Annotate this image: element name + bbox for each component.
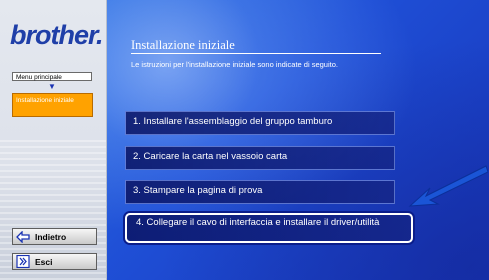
back-button-label: Indietro <box>35 231 67 242</box>
exit-button-label: Esci <box>35 256 53 267</box>
nav-main-menu[interactable]: Menu principale <box>12 72 92 81</box>
back-arrow-icon <box>16 230 30 243</box>
option-install-drum[interactable]: 1. Installare l'assemblaggio del gruppo … <box>125 111 395 135</box>
back-button[interactable]: Indietro <box>12 228 97 245</box>
main-panel: Installazione iniziale Le istruzioni per… <box>107 0 489 280</box>
option-print-test-page[interactable]: 3. Stampare la pagina di prova <box>125 180 395 204</box>
option-load-paper[interactable]: 2. Caricare la carta nel vassoio carta <box>125 146 395 170</box>
page-subtitle: Le istruzioni per l'installazione inizia… <box>131 60 338 69</box>
exit-button[interactable]: Esci <box>12 253 97 270</box>
brother-logo: brother. <box>10 20 104 50</box>
pointer-arrow-icon <box>408 165 488 207</box>
exit-door-icon <box>16 255 30 268</box>
page-title: Installazione iniziale <box>131 38 235 52</box>
nav-down-arrow-icon: ▼ <box>48 82 56 91</box>
title-divider <box>131 53 381 54</box>
sidebar: brother. Menu principale ▼ Installazione… <box>0 0 107 280</box>
nav-current-initial-setup: Installazione iniziale <box>12 93 93 117</box>
option-connect-cable-install-driver[interactable]: 4. Collegare il cavo di interfaccia e in… <box>125 213 413 243</box>
panel-glow-decoration <box>107 0 267 160</box>
